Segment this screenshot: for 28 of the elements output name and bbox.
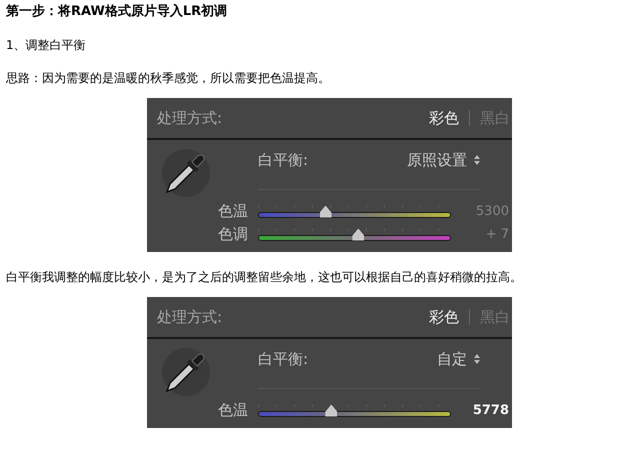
slider-thumb[interactable] xyxy=(352,228,364,240)
eyedropper-icon xyxy=(161,148,211,198)
treatment-label: 处理方式: xyxy=(157,108,222,128)
heading: 第一步：将RAW格式原片导入LR初调 xyxy=(6,4,228,20)
slider-label: 色调 xyxy=(217,225,248,244)
balance-label: 白平衡: xyxy=(258,350,308,368)
eyedropper-icon xyxy=(161,347,211,397)
treatment-option[interactable]: 彩色 xyxy=(429,308,459,326)
slider-label: 色温 xyxy=(217,202,248,221)
balance-dropdown[interactable]: 原照设置 xyxy=(407,150,481,170)
paragraph: 1、调整白平衡 xyxy=(6,37,87,53)
up-down-arrows-icon xyxy=(473,353,481,365)
slider[interactable] xyxy=(258,402,451,418)
paragraph: 白平衡我调整的幅度比较小，是为了之后的调整留些余地，这也可以根据自己的喜好稍微的拉高。 xyxy=(6,269,523,285)
slider-thumb[interactable] xyxy=(325,404,338,416)
slider-value: 5778 xyxy=(472,403,509,418)
up-down-arrows-icon xyxy=(473,154,481,166)
treatment-label: 处理方式: xyxy=(157,308,222,326)
slider[interactable] xyxy=(258,204,451,220)
balance-label: 白平衡: xyxy=(258,150,308,170)
slider-value: 5300 xyxy=(474,204,509,219)
slider-value: + 7 xyxy=(484,227,509,242)
balance-dropdown[interactable]: 自定 xyxy=(437,350,481,368)
slider[interactable] xyxy=(258,226,451,242)
slider-label: 色温 xyxy=(217,401,248,420)
paragraph: 思路：因为需要的是温暖的秋季感觉，所以需要把色温提高。 xyxy=(6,70,331,86)
treatment-option[interactable]: 彩色 xyxy=(429,108,459,128)
slider-thumb[interactable] xyxy=(320,206,332,218)
